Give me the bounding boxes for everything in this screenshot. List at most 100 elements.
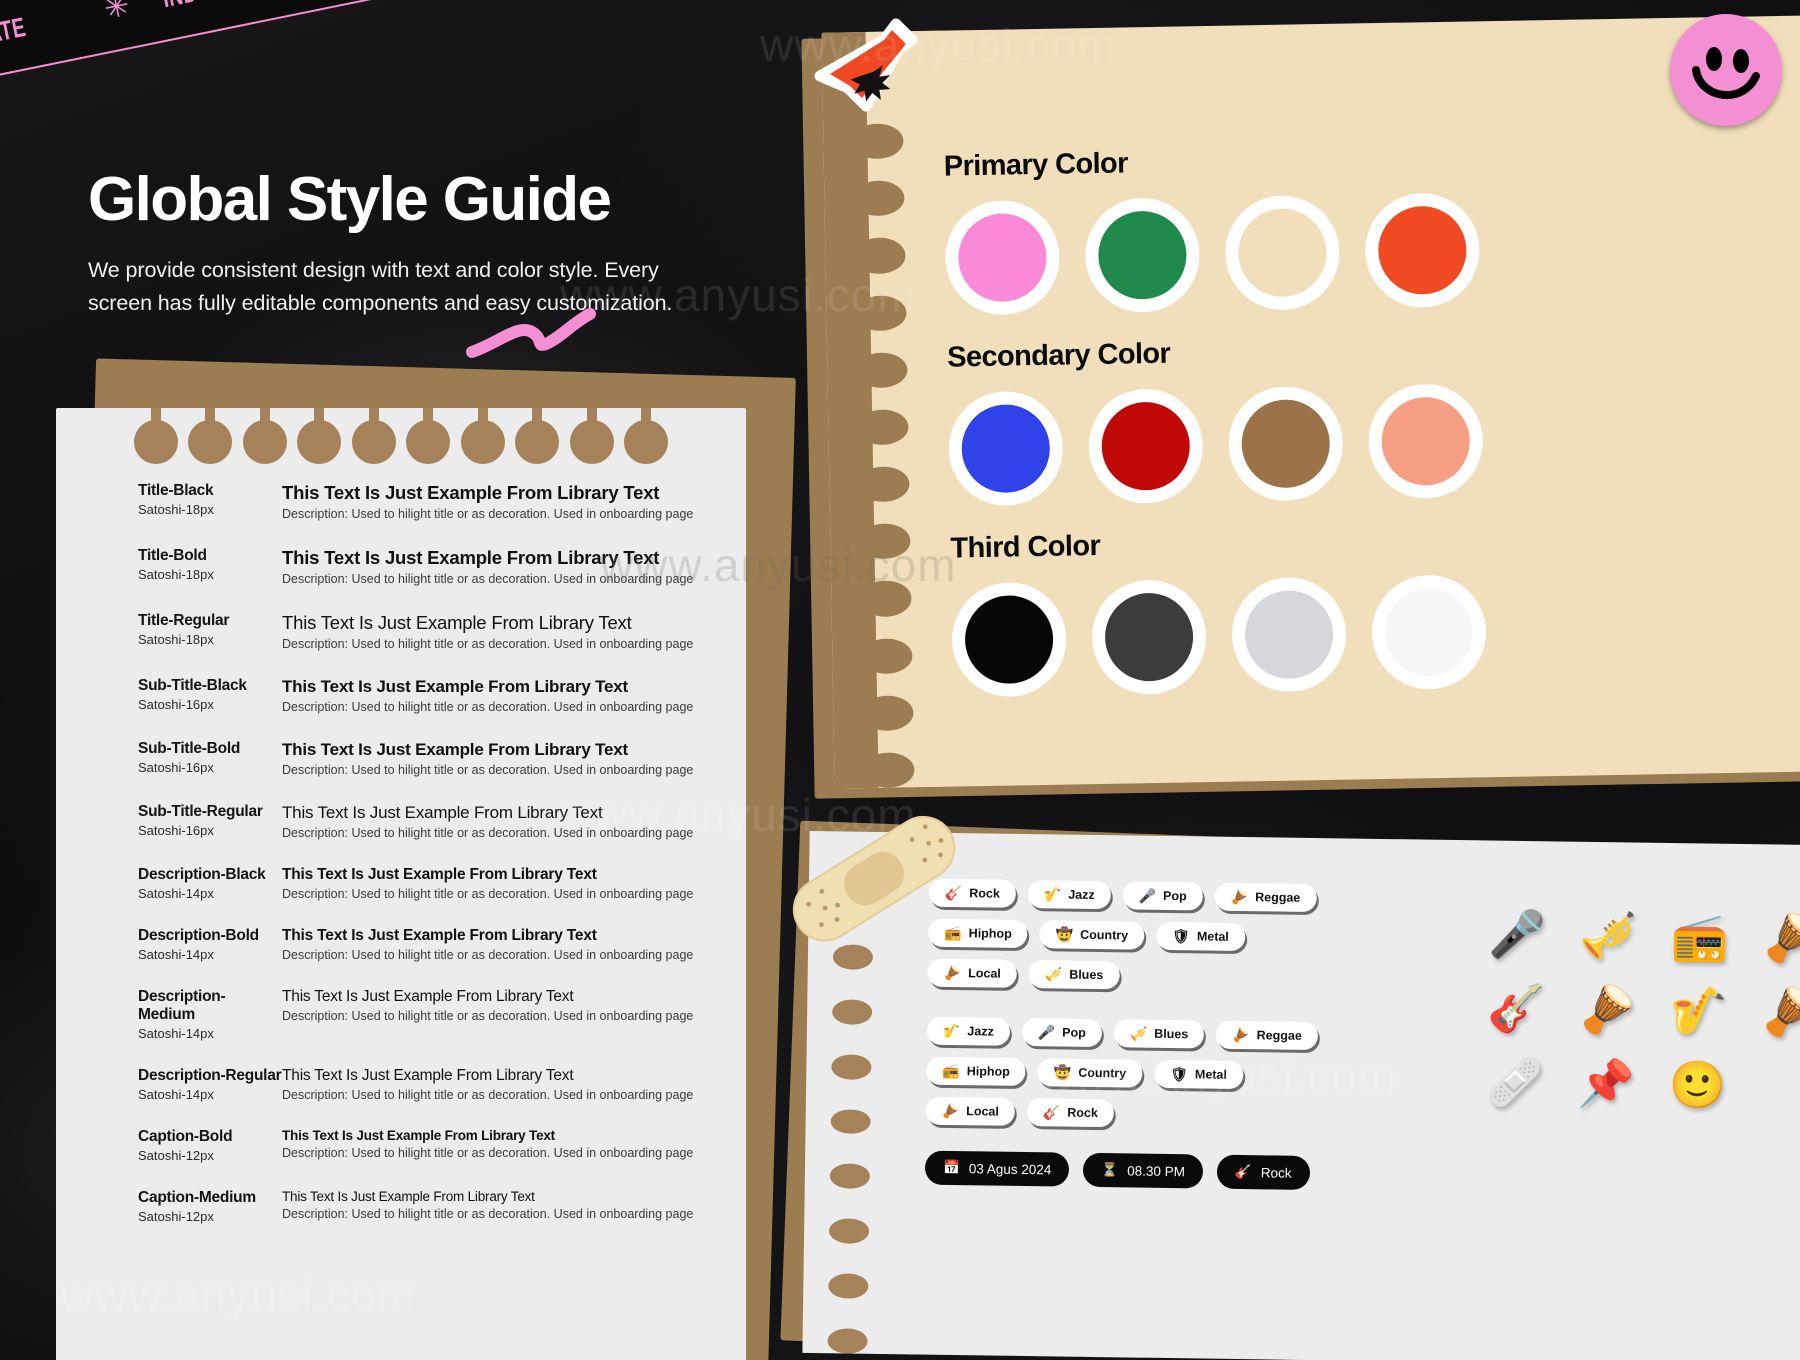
hero-section: Global Style Guide We provide consistent…	[88, 165, 728, 358]
typography-sample-description: Description: Used to hilight title or as…	[282, 887, 694, 901]
color-swatch-fill	[964, 594, 1054, 685]
genre-chip[interactable]: 🛡 Metal	[1153, 1059, 1244, 1090]
genre-chip-label: Country	[1078, 1065, 1127, 1081]
typography-style-size: Satoshi-18px	[138, 502, 214, 517]
color-swatch[interactable]	[1091, 579, 1208, 696]
typography-sample-description: Description: Used to hilight title or as…	[282, 507, 694, 521]
genre-chip[interactable]: 📻 Hiphop	[928, 918, 1028, 949]
genre-chip[interactable]: 🎤 Pop	[1122, 881, 1203, 911]
typography-meta: Description-Regular Satoshi-14px	[138, 1067, 282, 1102]
genre-chip[interactable]: 🎤 Pop	[1021, 1017, 1102, 1048]
typography-row: Sub-Title-Bold Satoshi-16px This Text Is J…	[138, 740, 746, 777]
color-swatch[interactable]	[1364, 192, 1481, 309]
ring-icon	[188, 408, 233, 464]
genre-chip[interactable]: 🪘 Reggae	[1216, 1020, 1319, 1051]
components-card: 🎸 Rock 🎷 Jazz 🎤 Pop 🪘 Reggae 📻 Hiphop 🤠 Country 🛡 Met…	[802, 830, 1800, 1360]
color-swatch[interactable]	[1224, 194, 1341, 311]
color-swatch[interactable]	[1367, 383, 1484, 500]
ring-icon	[569, 408, 614, 464]
typography-row: Description-Medium Satoshi-14px This Text …	[138, 988, 746, 1041]
typography-style-name: Title-Black	[138, 482, 214, 499]
spiral-hole-icon	[830, 1108, 871, 1135]
color-swatch[interactable]	[1371, 574, 1488, 691]
ring-icon	[515, 408, 560, 464]
typography-sample-text: This Text Is Just Example From Library T…	[282, 927, 597, 944]
genre-chip-label: Metal	[1196, 929, 1229, 944]
saxophone-sticker[interactable]: 🎷	[1669, 984, 1727, 1037]
guitar-sticker[interactable]: 🎸	[1487, 981, 1545, 1034]
hourglass-icon: ⏳	[1101, 1162, 1119, 1178]
djembe-sticker[interactable]: 🪘	[1761, 985, 1800, 1038]
color-swatch[interactable]	[951, 581, 1068, 698]
guitar-icon: 🎸	[1234, 1163, 1252, 1180]
color-swatch[interactable]	[1231, 576, 1348, 693]
guitar-icon: 🎸	[1042, 1104, 1061, 1121]
genre-chip[interactable]: 📻 Hiphop	[926, 1056, 1027, 1087]
conga-sticker[interactable]: 🪘	[1578, 983, 1636, 1036]
typography-meta: Title-Regular Satoshi-18px	[138, 612, 282, 651]
trumpet-sticker[interactable]: 🎺	[1579, 909, 1637, 962]
ring-icon	[460, 408, 505, 464]
typography-sample-description: Description: Used to hilight title or as…	[282, 572, 694, 586]
page-title: Global Style Guide	[88, 165, 612, 234]
genre-chip-label: Reggae	[1255, 890, 1301, 905]
color-swatch[interactable]	[1227, 385, 1344, 502]
genre-chip-label: Local	[966, 1104, 999, 1119]
typography-meta: Title-Bold Satoshi-18px	[138, 547, 282, 586]
genre-chip-label: Rock	[1067, 1105, 1098, 1121]
color-swatch-fill	[1384, 587, 1474, 677]
typography-meta: Sub-Title-Bold Satoshi-16px	[138, 740, 282, 777]
genre-chip[interactable]: 🎺 Blues	[1028, 960, 1120, 990]
genre-chip[interactable]: 🛡 Metal	[1155, 921, 1246, 952]
typography-style-size: Satoshi-14px	[138, 947, 214, 962]
genre-chip[interactable]: 🪘 Local	[927, 958, 1018, 988]
genre-chip[interactable]: 🤠 Country	[1037, 1058, 1143, 1088]
genre-chip[interactable]: 🎸 Rock	[1026, 1098, 1115, 1128]
genre-chip[interactable]: 🪘 Reggae	[1214, 882, 1317, 913]
typography-sample: This Text Is Just Example From Library T…	[282, 740, 746, 777]
conga-drum-icon: 🪘	[1232, 1026, 1250, 1044]
typography-meta: Caption-Medium Satoshi-12px	[138, 1189, 282, 1224]
genre-chip[interactable]: 🎷 Jazz	[1027, 880, 1111, 910]
color-swatch[interactable]	[944, 199, 1061, 316]
drum-sticker[interactable]: 🪘	[1762, 911, 1800, 964]
genre-chip[interactable]: 🪘 Local	[925, 1096, 1016, 1126]
cowboy-hat-icon: 🤠	[1053, 1064, 1072, 1081]
djembe-icon: 🪘	[943, 964, 962, 982]
typography-row: Description-Regular Satoshi-14px This Text…	[138, 1067, 746, 1102]
conga-drum-icon: 🪘	[1230, 888, 1249, 906]
microphone-sticker[interactable]: 🎤	[1488, 907, 1546, 960]
typography-style-size: Satoshi-14px	[138, 1026, 214, 1041]
color-swatch[interactable]	[947, 390, 1064, 507]
genre-chip-label: Hiphop	[966, 1064, 1010, 1079]
color-swatch-row	[947, 377, 1800, 507]
typography-row: Title-Regular Satoshi-18px This Text Is Ju…	[138, 612, 746, 651]
typography-style-name: Caption-Bold	[138, 1128, 233, 1145]
calendar-icon: 📅	[942, 1159, 960, 1176]
pushpin-sticker[interactable]: 📌	[1577, 1057, 1635, 1110]
genre-chip-label: Blues	[1069, 967, 1104, 983]
smiley-sticker[interactable]: 🙂	[1668, 1058, 1726, 1111]
ring-icon	[134, 408, 178, 464]
bandage-sticker[interactable]: 🩹	[1486, 1055, 1544, 1108]
ring-icon	[406, 408, 451, 464]
typography-sample: This Text Is Just Example From Library T…	[282, 482, 746, 521]
genre-chip[interactable]: 🎺 Blues	[1113, 1019, 1205, 1049]
genre-chip[interactable]: 🎷 Jazz	[926, 1016, 1010, 1046]
typography-style-name: Description-Black	[138, 866, 266, 883]
color-swatch-fill	[1237, 207, 1328, 298]
color-swatch[interactable]	[1084, 197, 1201, 314]
event-meta-chip[interactable]: 📅 03 Agus 2024	[924, 1150, 1070, 1187]
typography-sample-description: Description: Used to hilight title or as…	[282, 1207, 694, 1221]
event-meta-chip[interactable]: 🎸 Rock	[1216, 1154, 1310, 1190]
color-swatch-fill	[1377, 205, 1468, 296]
typography-meta: Description-Bold Satoshi-14px	[138, 927, 282, 962]
event-meta-chip[interactable]: ⏳ 08.30 PM	[1083, 1152, 1204, 1189]
genre-chip-label: Pop	[1163, 888, 1187, 904]
color-palette-card: Primary Color Secondary Color Third Color	[821, 15, 1800, 789]
color-swatch[interactable]	[1087, 388, 1204, 505]
typography-sample: This Text Is Just Example From Library T…	[282, 1128, 746, 1163]
genre-chip[interactable]: 🤠 Country	[1039, 920, 1145, 950]
radio-sticker[interactable]: 📻	[1671, 910, 1729, 963]
typography-sample: This Text Is Just Example From Library T…	[282, 1067, 746, 1102]
